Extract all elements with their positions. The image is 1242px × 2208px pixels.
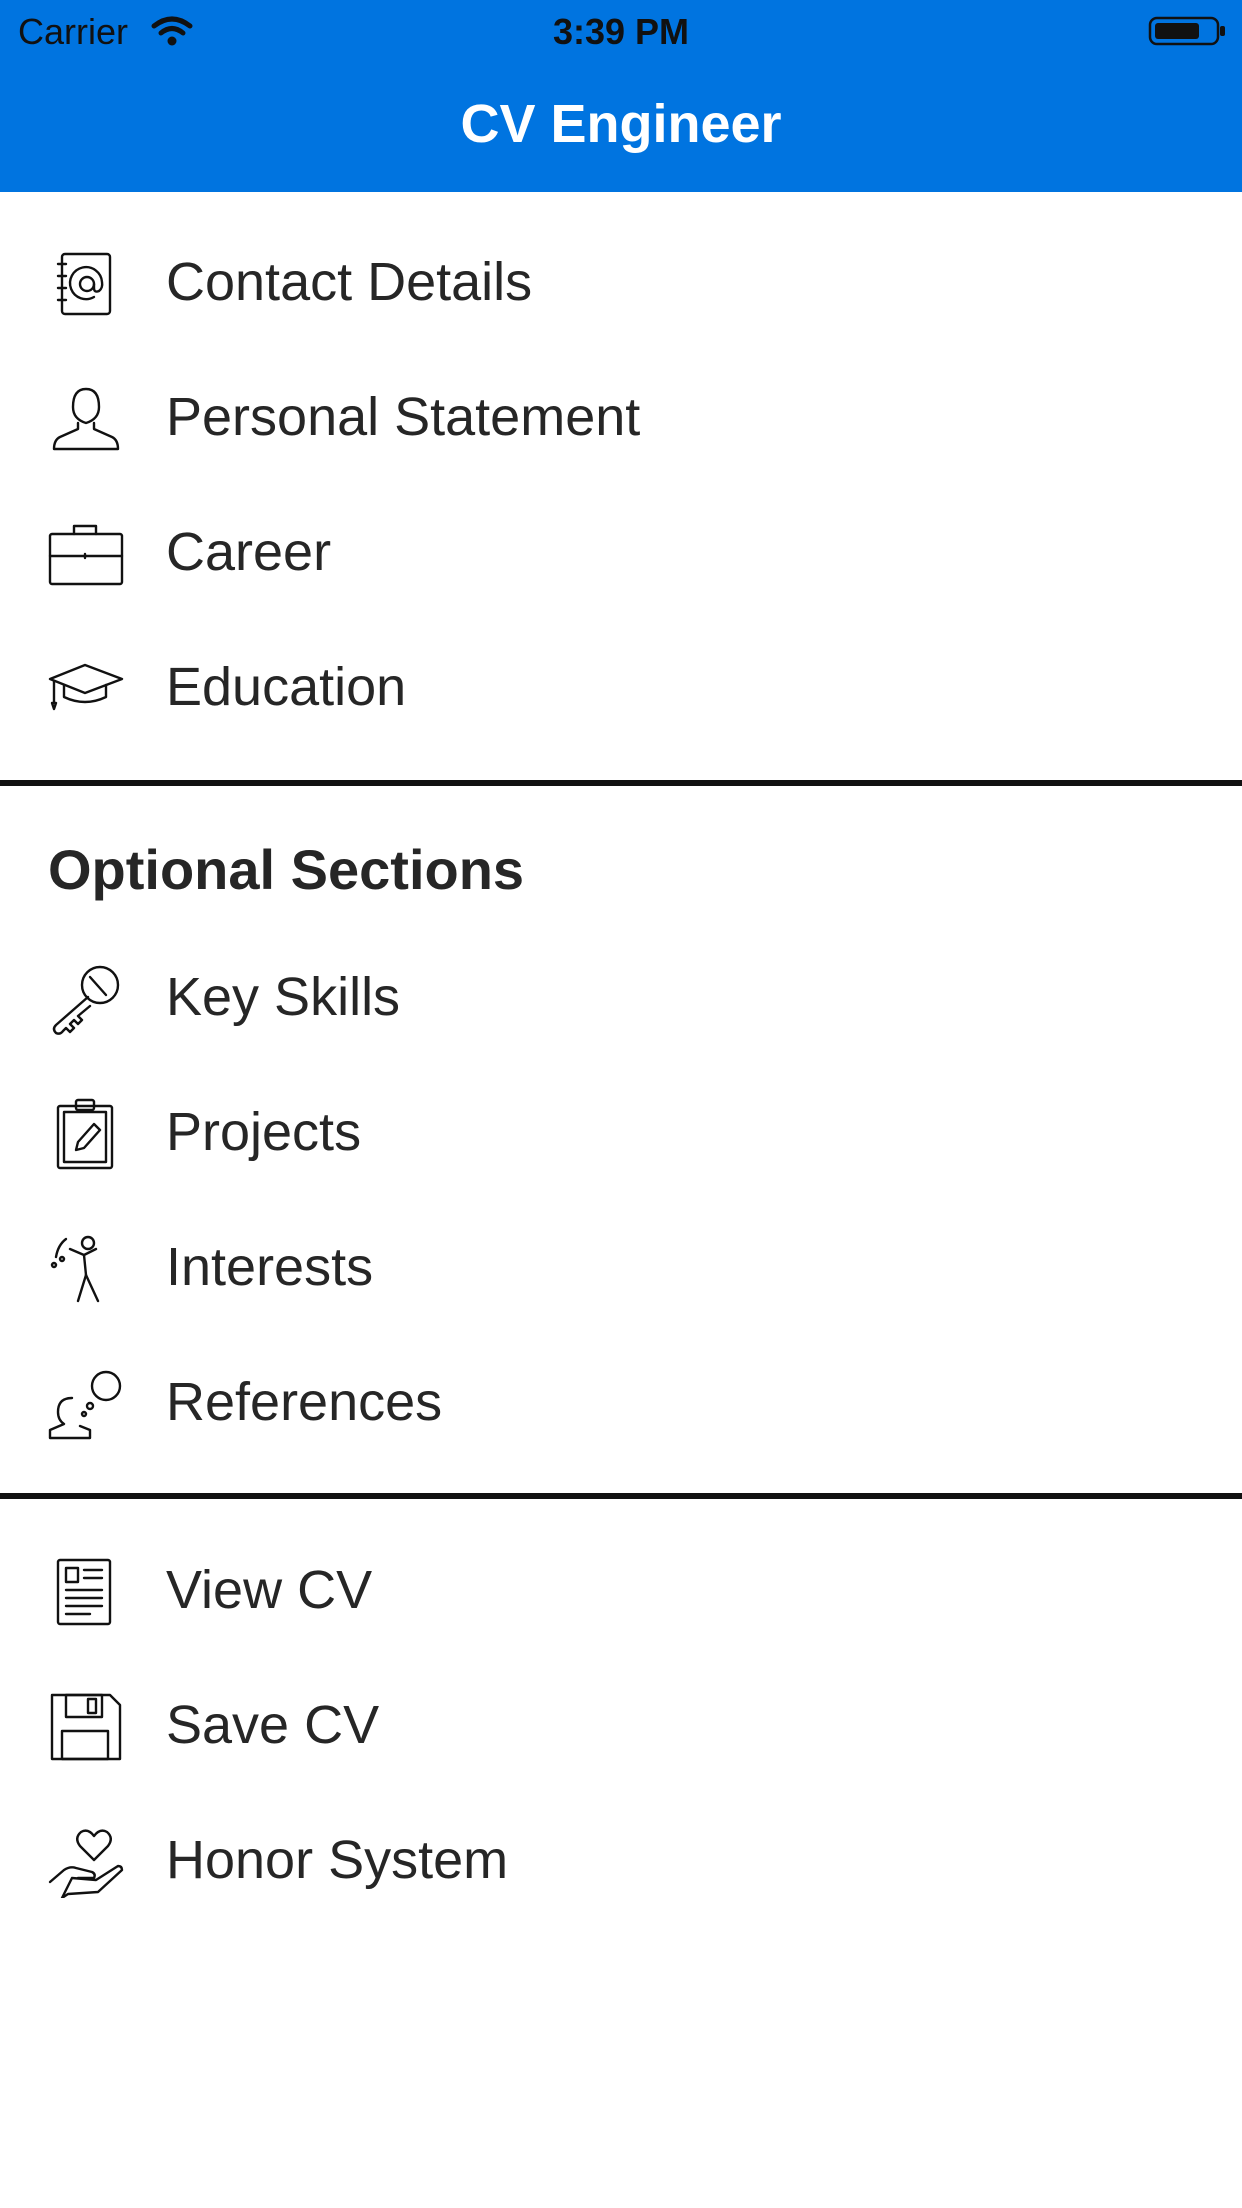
row-view-cv[interactable]: View CV (0, 1523, 1242, 1658)
speech-thought-icon (46, 1368, 124, 1440)
row-label: Honor System (166, 1830, 509, 1890)
hand-heart-icon (46, 1826, 124, 1900)
briefcase-icon (46, 518, 124, 590)
floppy-disk-icon (46, 1691, 124, 1763)
person-icon (46, 383, 124, 455)
optional-sections-list: Key Skills Projects Interests References (0, 930, 1242, 1470)
section-divider (0, 780, 1242, 786)
row-references[interactable]: References (0, 1335, 1242, 1470)
page-title: CV Engineer (460, 94, 782, 154)
status-bar: Carrier 3:39 PM (0, 0, 1242, 62)
main-sections-list: Contact Details Personal Statement Caree… (0, 215, 1242, 755)
section-heading: Optional Sections (48, 838, 525, 901)
navigation-header: Carrier 3:39 PM CV Engineer (0, 0, 1242, 192)
address-book-icon (46, 248, 124, 320)
key-icon (46, 963, 124, 1035)
row-label: Interests (166, 1237, 374, 1297)
row-label: Career (166, 522, 332, 582)
row-label: Key Skills (166, 967, 401, 1027)
row-interests[interactable]: Interests (0, 1200, 1242, 1335)
row-save-cv[interactable]: Save CV (0, 1658, 1242, 1793)
row-career[interactable]: Career (0, 485, 1242, 620)
document-icon (46, 1556, 124, 1628)
graduation-cap-icon (46, 653, 124, 725)
row-label: View CV (166, 1560, 373, 1620)
clipboard-icon (46, 1098, 124, 1170)
row-label: Personal Statement (166, 387, 641, 447)
row-label: References (166, 1372, 443, 1432)
section-divider (0, 1493, 1242, 1499)
clock: 3:39 PM (552, 11, 690, 52)
row-key-skills[interactable]: Key Skills (0, 930, 1242, 1065)
row-personal-statement[interactable]: Personal Statement (0, 350, 1242, 485)
row-education[interactable]: Education (0, 620, 1242, 755)
row-label: Projects (166, 1102, 362, 1162)
row-label: Education (166, 657, 407, 717)
row-contact-details[interactable]: Contact Details (0, 215, 1242, 350)
actions-list: View CV Save CV Honor System (0, 1523, 1242, 1928)
row-label: Contact Details (166, 252, 533, 312)
golfer-icon (46, 1233, 124, 1305)
battery-icon (1148, 14, 1228, 48)
row-projects[interactable]: Projects (0, 1065, 1242, 1200)
app-screen: Carrier 3:39 PM CV Engineer Contact Deta… (0, 0, 1242, 2208)
row-honor-system[interactable]: Honor System (0, 1793, 1242, 1928)
row-label: Save CV (166, 1695, 380, 1755)
